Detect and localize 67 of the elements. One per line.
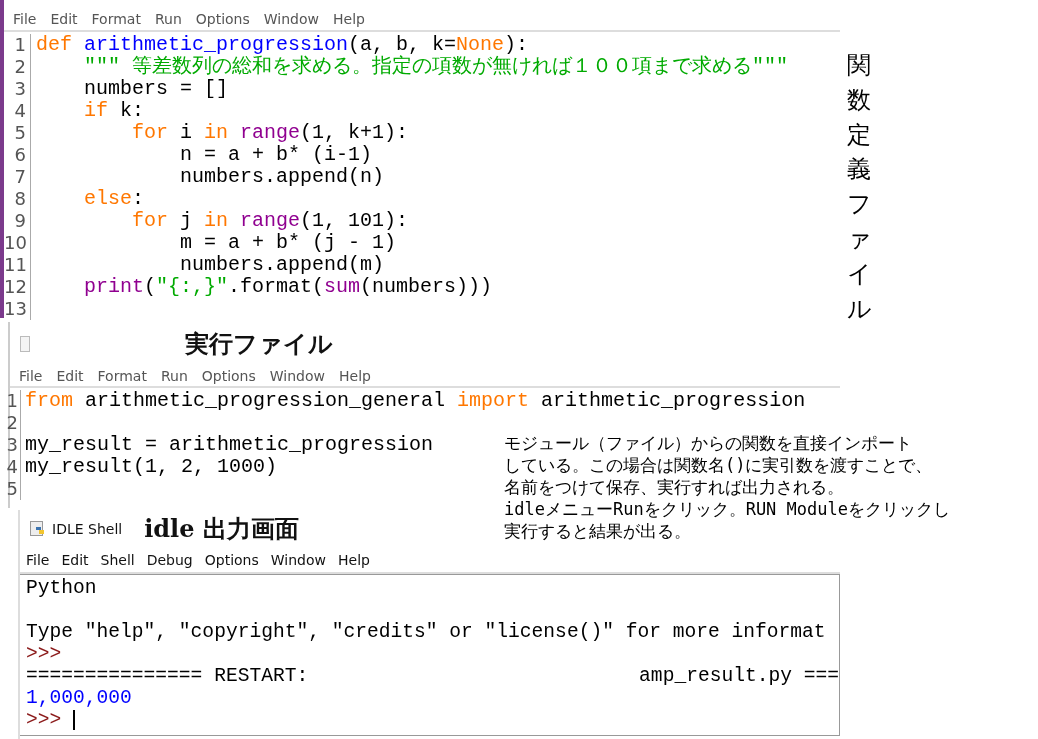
line-number: 5 bbox=[4, 122, 31, 144]
menu-item[interactable]: Help bbox=[328, 8, 370, 30]
line-number: 11 bbox=[4, 254, 31, 276]
menu-item[interactable]: Run bbox=[149, 8, 187, 30]
shell-prompt: >>> bbox=[26, 643, 62, 665]
menu-item[interactable]: Help bbox=[334, 366, 376, 386]
menu-item[interactable]: Options bbox=[196, 366, 261, 386]
menu-item[interactable]: Format bbox=[92, 366, 152, 386]
menu-item[interactable]: Debug bbox=[140, 548, 199, 572]
menu-item[interactable]: Shell bbox=[94, 548, 141, 572]
line-number: 12 bbox=[4, 276, 31, 298]
menu-item[interactable]: Window bbox=[264, 548, 332, 572]
shell-text: amp_result.py === bbox=[639, 665, 839, 687]
line-number: 4 bbox=[2, 456, 21, 478]
window-title: idle 出力画面 bbox=[144, 513, 299, 545]
code-line: from arithmetic_progression_general import arithmetic_progression bbox=[24, 390, 806, 412]
menu-item[interactable]: Run bbox=[155, 366, 193, 386]
code-line: def arithmetic_progression(a, b, k=None): bbox=[35, 34, 529, 56]
python-icon bbox=[30, 521, 46, 537]
line-number: 3 bbox=[4, 78, 31, 100]
vertical-label: 関数定義ファイル bbox=[847, 50, 871, 325]
menu-item[interactable]: Window bbox=[264, 366, 330, 386]
line-number: 2 bbox=[2, 412, 21, 434]
code-line: numbers = [] bbox=[83, 78, 229, 100]
menu-item[interactable]: Edit bbox=[55, 548, 95, 572]
code-line: numbers.append(m) bbox=[179, 254, 385, 276]
shell-text: =============== RESTART: bbox=[26, 665, 309, 687]
line-number: 6 bbox=[4, 144, 31, 166]
code-line: for j in range(1, 101): bbox=[131, 210, 409, 232]
code-line: numbers.append(n) bbox=[179, 166, 385, 188]
window-title: 実行ファイル bbox=[185, 328, 333, 360]
app-title: IDLE Shell bbox=[52, 521, 123, 537]
menu-item[interactable]: Window bbox=[258, 8, 324, 30]
line-number: 3 bbox=[2, 434, 21, 456]
menu-item[interactable]: Edit bbox=[45, 8, 83, 30]
menu-item[interactable]: Format bbox=[86, 8, 146, 30]
menu-item[interactable]: Options bbox=[198, 548, 265, 572]
shell-text: Python bbox=[26, 577, 97, 599]
menu-item[interactable]: File bbox=[20, 548, 56, 572]
line-number: 8 bbox=[4, 188, 31, 210]
annotation-text: モジュール（ファイル）からの関数を直接インポート している。この場合は関数名()に実引数を渡すことで、 名前をつけて保存、実行すれば出力される。 idleメニューRunをクリック。RUN Moduleをクリックし 実行すると結果が出る。 bbox=[504, 432, 950, 542]
menu-item[interactable]: Edit bbox=[51, 366, 89, 386]
line-number: 7 bbox=[4, 166, 31, 188]
menu-item[interactable]: Options bbox=[190, 8, 255, 30]
line-number: 4 bbox=[4, 100, 31, 122]
code-line: print("{:,}".format(sum(numbers))) bbox=[83, 276, 493, 298]
shell-output: 1,000,000 bbox=[26, 687, 132, 709]
line-number: 2 bbox=[4, 56, 31, 78]
document-icon bbox=[20, 336, 30, 352]
menu-item[interactable]: Help bbox=[332, 548, 376, 572]
code-line: for i in range(1, k+1): bbox=[131, 122, 409, 144]
line-number: 13 bbox=[4, 298, 31, 320]
line-number: 1 bbox=[4, 34, 31, 56]
code-line: my_result = arithmetic_progression bbox=[24, 434, 434, 456]
code-line: n = a + b* (i-1) bbox=[179, 144, 373, 166]
shell-text: Type "help", "copyright", "credits" or "license()" for more informat bbox=[26, 621, 826, 643]
line-number: 9 bbox=[4, 210, 31, 232]
menu-item[interactable]: File bbox=[14, 366, 48, 386]
shell-prompt: >>> bbox=[26, 709, 62, 731]
code-line: else: bbox=[83, 188, 145, 210]
code-line: my_result(1, 2, 1000) bbox=[24, 456, 278, 478]
code-line: m = a + b* (j - 1) bbox=[179, 232, 397, 254]
line-number: 1 bbox=[2, 390, 21, 412]
line-number: 10 bbox=[4, 232, 31, 254]
line-number: 5 bbox=[2, 478, 21, 500]
code-line: if k: bbox=[83, 100, 145, 122]
menu-item[interactable]: File bbox=[8, 8, 42, 30]
